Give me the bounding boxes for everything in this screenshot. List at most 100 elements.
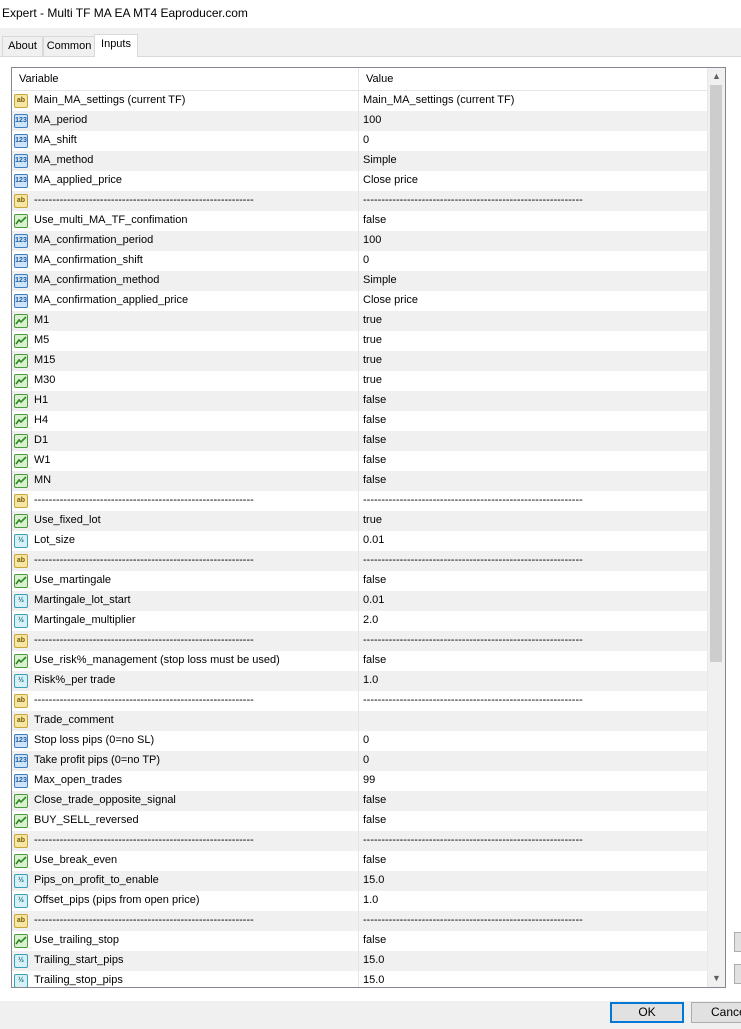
variable-value[interactable]: 15.0 — [363, 954, 384, 966]
variable-value[interactable]: false — [363, 454, 386, 466]
scroll-down-arrow-icon[interactable]: ▼ — [708, 970, 725, 987]
variable-value[interactable]: true — [363, 354, 382, 366]
column-header-value[interactable]: Value — [366, 73, 393, 85]
variable-value[interactable]: false — [363, 794, 386, 806]
table-row[interactable]: M30 true — [12, 371, 709, 391]
table-row[interactable]: 123 MA_applied_price Close price — [12, 171, 709, 191]
variable-value[interactable]: false — [363, 414, 386, 426]
side-button-bottom[interactable] — [734, 964, 741, 984]
variable-value[interactable]: ----------------------------------------… — [363, 694, 583, 706]
table-row[interactable]: ab --------------------------------------… — [12, 831, 709, 851]
table-row[interactable]: 123 MA_confirmation_period 100 — [12, 231, 709, 251]
table-row[interactable]: ab Trade_comment — [12, 711, 709, 731]
variable-value[interactable]: 0.01 — [363, 534, 384, 546]
table-row[interactable]: Use_trailing_stop false — [12, 931, 709, 951]
variable-value[interactable]: 1.0 — [363, 894, 378, 906]
table-row[interactable]: ab --------------------------------------… — [12, 911, 709, 931]
variable-value[interactable]: false — [363, 474, 386, 486]
table-row[interactable]: ½ Martingale_multiplier 2.0 — [12, 611, 709, 631]
table-row[interactable]: Use_multi_MA_TF_confimation false — [12, 211, 709, 231]
variable-value[interactable]: ----------------------------------------… — [363, 634, 583, 646]
variable-value[interactable]: 0 — [363, 754, 369, 766]
table-row[interactable]: Use_risk%_management (stop loss must be … — [12, 651, 709, 671]
table-row[interactable]: D1 false — [12, 431, 709, 451]
table-row[interactable]: ½ Trailing_stop_pips 15.0 — [12, 971, 709, 987]
variable-value[interactable]: false — [363, 934, 386, 946]
table-row[interactable]: ½ Pips_on_profit_to_enable 15.0 — [12, 871, 709, 891]
table-row[interactable]: Use_break_even false — [12, 851, 709, 871]
table-row[interactable]: Close_trade_opposite_signal false — [12, 791, 709, 811]
table-row[interactable]: ab Main_MA_settings (current TF) Main_MA_s… — [12, 91, 709, 111]
vertical-scrollbar[interactable]: ▲ ▼ — [707, 68, 725, 987]
table-row[interactable]: 123 MA_period 100 — [12, 111, 709, 131]
table-row[interactable]: 123 MA_shift 0 — [12, 131, 709, 151]
table-row[interactable]: 123 MA_confirmation_applied_price Close pr… — [12, 291, 709, 311]
variable-value[interactable]: ----------------------------------------… — [363, 494, 583, 506]
table-row[interactable]: ab --------------------------------------… — [12, 691, 709, 711]
variable-value[interactable]: ----------------------------------------… — [363, 914, 583, 926]
variable-value[interactable]: 99 — [363, 774, 375, 786]
variable-value[interactable]: 15.0 — [363, 974, 384, 986]
variable-value[interactable]: ----------------------------------------… — [363, 554, 583, 566]
table-row[interactable]: W1 false — [12, 451, 709, 471]
scroll-up-arrow-icon[interactable]: ▲ — [708, 68, 725, 85]
variable-value[interactable]: 0 — [363, 734, 369, 746]
table-row[interactable]: ½ Lot_size 0.01 — [12, 531, 709, 551]
variable-value[interactable]: true — [363, 374, 382, 386]
variable-value[interactable]: true — [363, 334, 382, 346]
variable-value[interactable]: Simple — [363, 274, 397, 286]
variable-value[interactable]: false — [363, 814, 386, 826]
variable-value[interactable]: Close price — [363, 294, 418, 306]
table-row[interactable]: ½ Risk%_per trade 1.0 — [12, 671, 709, 691]
variable-value[interactable]: 15.0 — [363, 874, 384, 886]
ok-button[interactable]: OK — [610, 1002, 684, 1023]
variable-value[interactable]: true — [363, 314, 382, 326]
table-row[interactable]: BUY_SELL_reversed false — [12, 811, 709, 831]
table-row[interactable]: M5 true — [12, 331, 709, 351]
table-row[interactable]: Use_fixed_lot true — [12, 511, 709, 531]
cancel-button[interactable]: Cance — [691, 1002, 741, 1023]
table-row[interactable]: 123 MA_confirmation_method Simple — [12, 271, 709, 291]
variable-value[interactable]: 0 — [363, 134, 369, 146]
variable-value[interactable]: 0.01 — [363, 594, 384, 606]
table-row[interactable]: 123 Take profit pips (0=no TP) 0 — [12, 751, 709, 771]
variable-value[interactable]: true — [363, 514, 382, 526]
table-row[interactable]: 123 MA_method Simple — [12, 151, 709, 171]
table-row[interactable]: ab --------------------------------------… — [12, 551, 709, 571]
variable-value[interactable]: false — [363, 434, 386, 446]
table-row[interactable]: Use_martingale false — [12, 571, 709, 591]
side-button-top[interactable] — [734, 932, 741, 952]
variable-value[interactable]: false — [363, 394, 386, 406]
variable-value[interactable]: Simple — [363, 154, 397, 166]
variable-value[interactable]: false — [363, 854, 386, 866]
variable-value[interactable]: Main_MA_settings (current TF) — [363, 94, 514, 106]
table-row[interactable]: 123 MA_confirmation_shift 0 — [12, 251, 709, 271]
table-row[interactable]: 123 Stop loss pips (0=no SL) 0 — [12, 731, 709, 751]
column-divider[interactable] — [358, 68, 359, 90]
tab-inputs[interactable]: Inputs — [94, 34, 138, 57]
variable-value[interactable]: 2.0 — [363, 614, 378, 626]
table-row[interactable]: M15 true — [12, 351, 709, 371]
variable-value[interactable]: ----------------------------------------… — [363, 834, 583, 846]
variable-value[interactable]: 0 — [363, 254, 369, 266]
tab-about[interactable]: About — [2, 36, 43, 56]
variable-value[interactable]: false — [363, 574, 386, 586]
table-row[interactable]: 123 Max_open_trades 99 — [12, 771, 709, 791]
table-row[interactable]: ab --------------------------------------… — [12, 491, 709, 511]
column-header-variable[interactable]: Variable — [19, 73, 59, 85]
table-row[interactable]: MN false — [12, 471, 709, 491]
scrollbar-thumb[interactable] — [710, 85, 722, 662]
variable-value[interactable]: 100 — [363, 114, 381, 126]
variable-value[interactable]: false — [363, 654, 386, 666]
table-row[interactable]: H1 false — [12, 391, 709, 411]
variable-value[interactable]: false — [363, 214, 386, 226]
variable-value[interactable]: ----------------------------------------… — [363, 194, 583, 206]
table-row[interactable]: ab --------------------------------------… — [12, 191, 709, 211]
table-row[interactable]: ½ Trailing_start_pips 15.0 — [12, 951, 709, 971]
table-row[interactable]: ½ Offset_pips (pips from open price) 1.0 — [12, 891, 709, 911]
variable-value[interactable]: 1.0 — [363, 674, 378, 686]
table-row[interactable]: ½ Martingale_lot_start 0.01 — [12, 591, 709, 611]
table-row[interactable]: M1 true — [12, 311, 709, 331]
table-row[interactable]: H4 false — [12, 411, 709, 431]
variable-value[interactable]: 100 — [363, 234, 381, 246]
